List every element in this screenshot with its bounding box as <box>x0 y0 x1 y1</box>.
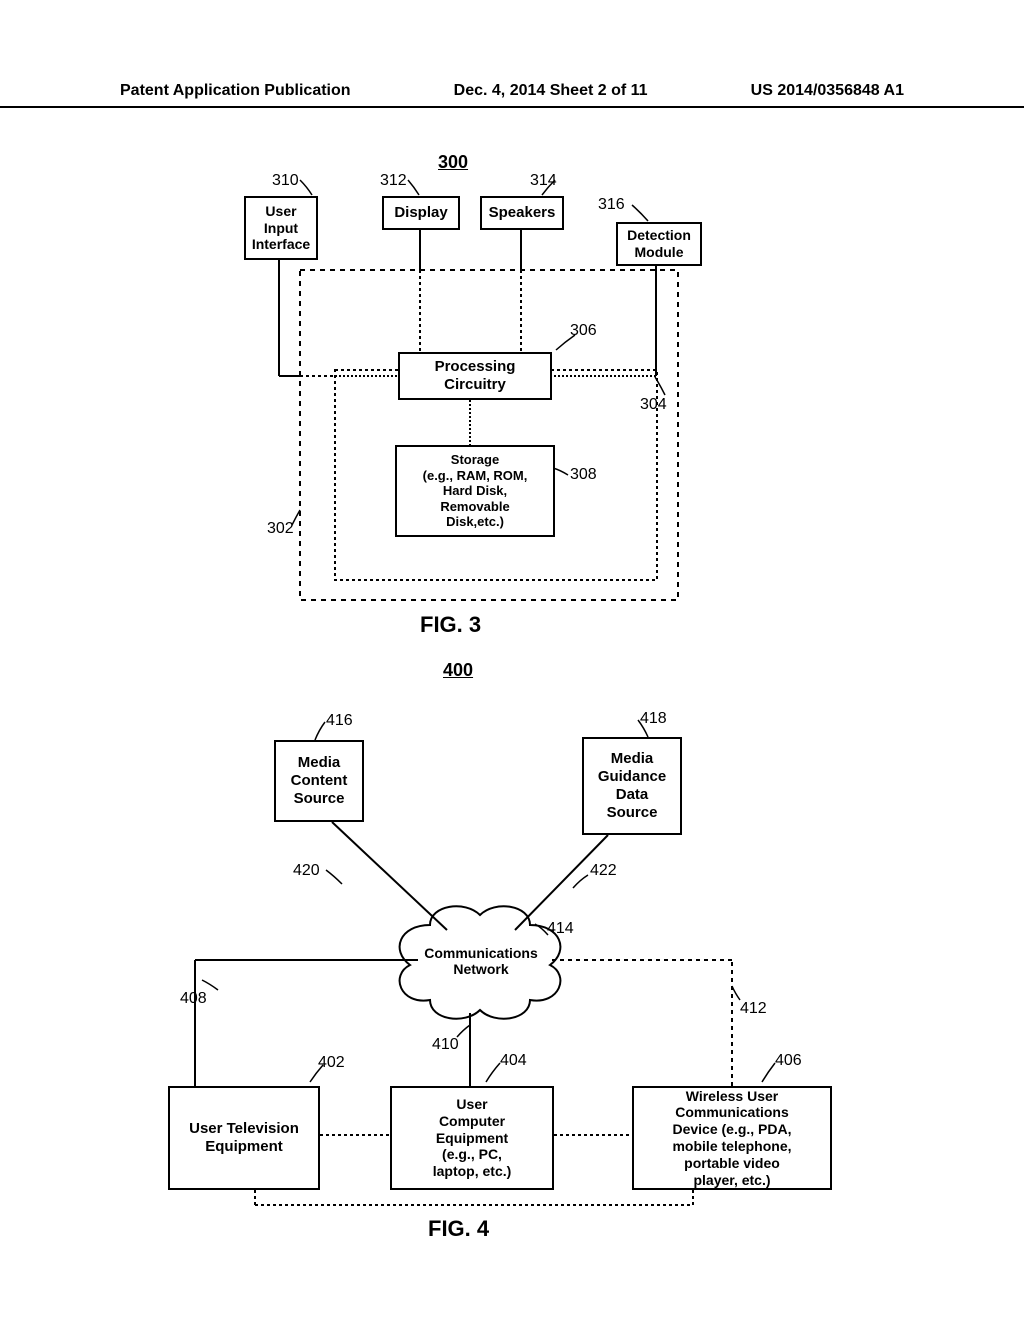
header-left: Patent Application Publication <box>120 82 351 100</box>
box-storage: Storage(e.g., RAM, ROM,Hard Disk,Removab… <box>395 445 555 537</box>
fig3-ref: 300 <box>438 152 468 173</box>
box-processing-circuitry: ProcessingCircuitry <box>398 352 552 400</box>
label-420: 420 <box>293 862 320 880</box>
label-310: 310 <box>272 172 299 190</box>
label-404: 404 <box>500 1052 527 1070</box>
label-316: 316 <box>598 196 625 214</box>
box-user-computer-equipment: UserComputerEquipment(e.g., PC,laptop, e… <box>390 1086 554 1190</box>
label-414: 414 <box>547 920 574 938</box>
box-speakers: Speakers <box>480 196 564 230</box>
box-user-input-interface: UserInputInterface <box>244 196 318 260</box>
patent-page: Patent Application Publication Dec. 4, 2… <box>0 0 1024 1320</box>
label-408: 408 <box>180 990 207 1008</box>
label-416: 416 <box>326 712 353 730</box>
label-422: 422 <box>590 862 617 880</box>
page-header: Patent Application Publication Dec. 4, 2… <box>0 82 1024 108</box>
box-user-tv-equipment: User TelevisionEquipment <box>168 1086 320 1190</box>
box-wireless-device: Wireless UserCommunicationsDevice (e.g.,… <box>632 1086 832 1190</box>
fig3-caption: FIG. 3 <box>420 612 481 638</box>
label-314: 314 <box>530 172 557 190</box>
box-media-guidance-source: MediaGuidanceDataSource <box>582 737 682 835</box>
label-304: 304 <box>640 396 667 414</box>
fig4-caption: FIG. 4 <box>428 1216 489 1242</box>
label-418: 418 <box>640 710 667 728</box>
label-302: 302 <box>267 520 294 538</box>
header-right: US 2014/0356848 A1 <box>751 82 904 100</box>
label-308: 308 <box>570 466 597 484</box>
box-display: Display <box>382 196 460 230</box>
label-406: 406 <box>775 1052 802 1070</box>
box-communications-network: CommunicationsNetwork <box>402 945 560 977</box>
box-detection-module: DetectionModule <box>616 222 702 266</box>
header-center: Dec. 4, 2014 Sheet 2 of 11 <box>454 82 648 100</box>
label-402: 402 <box>318 1054 345 1072</box>
label-312: 312 <box>380 172 407 190</box>
fig4-ref: 400 <box>443 660 473 681</box>
label-412: 412 <box>740 1000 767 1018</box>
label-306: 306 <box>570 322 597 340</box>
box-media-content-source: MediaContentSource <box>274 740 364 822</box>
label-410: 410 <box>432 1036 459 1054</box>
